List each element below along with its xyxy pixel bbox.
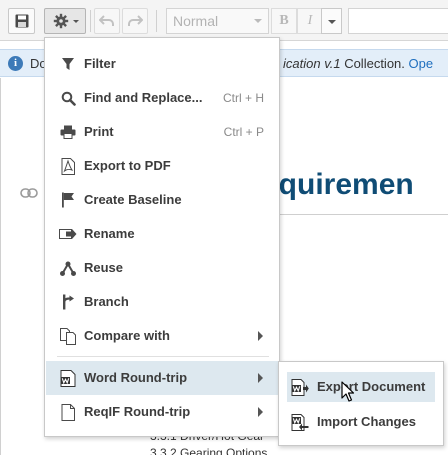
menu-item-label: Export to PDF	[84, 158, 171, 173]
paragraph-style-select[interactable]: Normal	[166, 8, 269, 34]
chevron-down-icon	[73, 20, 79, 23]
document-icon	[59, 403, 77, 421]
menu-item-shortcut: Ctrl + H	[222, 91, 264, 105]
menu-item-compare-with[interactable]: Compare with	[46, 319, 278, 353]
link-icon[interactable]	[20, 188, 38, 198]
menu-item-create-baseline[interactable]: Create Baseline	[46, 183, 278, 217]
submenu-item-label: Export Document	[317, 379, 426, 394]
menu-item-label: Compare with	[84, 328, 170, 343]
menu-item-reuse[interactable]: Reuse	[46, 251, 278, 285]
open-link[interactable]: Ope	[409, 56, 434, 71]
menu-item-label: ReqIF Round-trip	[84, 404, 191, 419]
collection-name: ication v.1	[283, 56, 341, 71]
menu-item-find-replace[interactable]: Find and Replace... Ctrl + H	[46, 81, 278, 115]
menu-item-label: Filter	[84, 56, 116, 71]
menu-item-label: Word Round-trip	[84, 370, 188, 385]
submenu-item-import-changes[interactable]: Import Changes	[287, 407, 435, 437]
info-icon: i	[8, 56, 23, 71]
redo-icon	[128, 15, 143, 26]
menu-item-label: Rename	[84, 226, 135, 241]
chevron-down-icon	[254, 19, 262, 23]
menu-item-label: Create Baseline	[84, 192, 182, 207]
italic-label: I	[307, 13, 313, 28]
undo-icon	[99, 15, 114, 26]
italic-button[interactable]: I	[297, 8, 323, 34]
menu-item-export-pdf[interactable]: Export to PDF	[46, 149, 278, 183]
menu-item-label: Find and Replace...	[84, 90, 203, 105]
menu-item-branch[interactable]: Branch	[46, 285, 278, 319]
info-text-end: ication v.1 Collection. Ope	[283, 56, 433, 71]
menu-divider	[57, 356, 269, 357]
menu-item-label: Branch	[84, 294, 129, 309]
document-line: 3.3.2 Gearing Options	[150, 446, 268, 455]
printer-icon	[59, 123, 77, 141]
document-left-border	[0, 78, 1, 455]
toolbar-divider	[90, 10, 91, 32]
undo-button[interactable]	[94, 8, 120, 34]
more-formatting-button[interactable]	[321, 8, 342, 34]
compare-icon	[59, 327, 77, 345]
word-icon	[59, 369, 77, 387]
chevron-right-icon	[258, 373, 263, 383]
word-export-icon	[291, 378, 309, 396]
menu-item-label: Reuse	[84, 260, 124, 275]
rename-icon	[59, 225, 77, 243]
word-round-trip-submenu: Export Document Import Changes	[278, 361, 444, 446]
menu-item-label: Print	[84, 124, 114, 139]
flag-icon	[59, 191, 77, 209]
submenu-item-label: Import Changes	[317, 414, 416, 429]
menu-item-shortcut: Ctrl + P	[223, 125, 264, 139]
toolbar: Normal B I	[0, 0, 448, 41]
settings-dropdown-menu: Filter Find and Replace... Ctrl + H Prin…	[44, 37, 280, 437]
chevron-right-icon	[258, 407, 263, 417]
menu-item-print[interactable]: Print Ctrl + P	[46, 115, 278, 149]
redo-button[interactable]	[122, 8, 148, 34]
menu-item-rename[interactable]: Rename	[46, 217, 278, 251]
menu-item-word-round-trip[interactable]: Word Round-trip	[46, 361, 278, 395]
menu-item-reqif-round-trip[interactable]: ReqIF Round-trip	[46, 395, 278, 429]
menu-item-filter[interactable]: Filter	[46, 47, 278, 81]
toolbar-divider	[156, 10, 157, 32]
chevron-down-icon	[328, 20, 336, 24]
bold-label: B	[279, 13, 289, 28]
save-icon	[15, 14, 28, 28]
toolbar-field[interactable]	[348, 8, 448, 34]
mouse-cursor-icon	[341, 381, 355, 402]
heading-underline	[262, 214, 448, 215]
reuse-icon	[59, 259, 77, 277]
bold-button[interactable]: B	[271, 8, 297, 34]
search-icon	[59, 89, 77, 107]
word-import-icon	[291, 413, 309, 431]
document-heading: equiremen	[262, 168, 414, 201]
chevron-right-icon	[258, 331, 263, 341]
branch-icon	[59, 293, 77, 311]
gear-icon	[53, 13, 69, 29]
collection-label: Collection.	[340, 56, 409, 71]
filter-icon	[59, 55, 77, 73]
paragraph-style-value: Normal	[173, 13, 219, 29]
pdf-icon	[59, 157, 77, 175]
save-button[interactable]	[8, 8, 35, 34]
submenu-item-export-document[interactable]: Export Document	[287, 372, 435, 402]
settings-menu-button[interactable]	[44, 8, 86, 34]
